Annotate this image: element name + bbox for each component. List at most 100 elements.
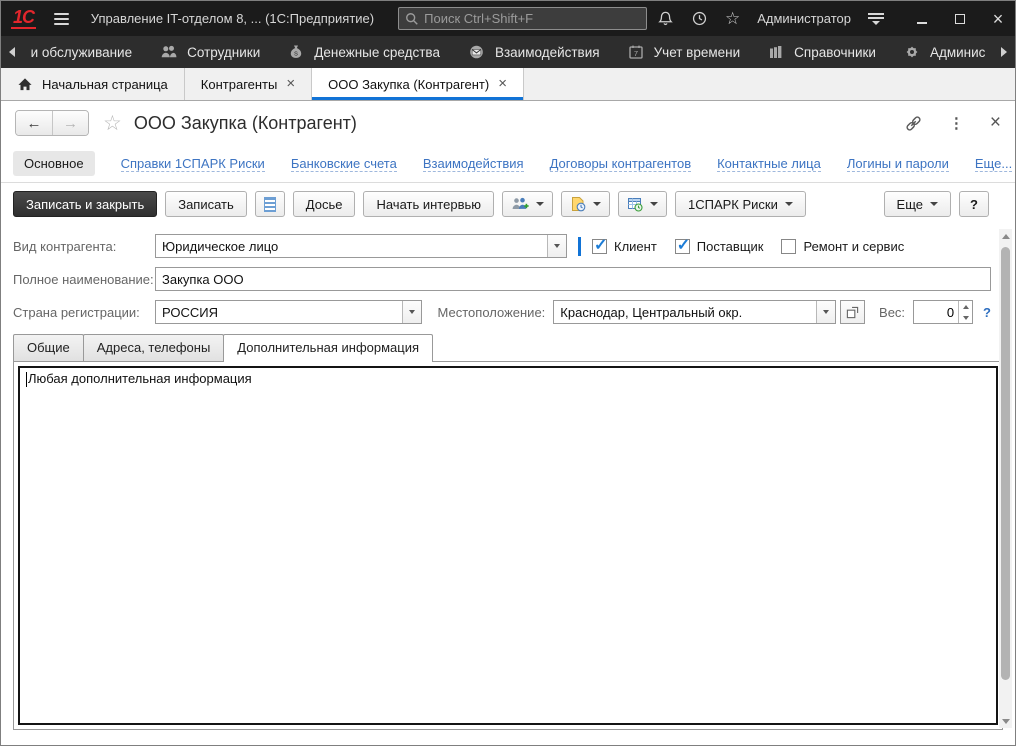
get-link-icon[interactable]: [904, 115, 923, 132]
tab-additional-info[interactable]: Дополнительная информация: [223, 334, 433, 362]
forward-button[interactable]: →: [52, 111, 88, 135]
chevron-down-icon: [785, 202, 793, 206]
start-interview-button[interactable]: Начать интервью: [363, 191, 494, 217]
weight-input[interactable]: [914, 301, 958, 323]
navlink-logins-passwords[interactable]: Логины и пароли: [847, 156, 949, 172]
1c-logo-icon: 1С: [11, 9, 36, 29]
search-icon: [405, 12, 419, 26]
dossier-button[interactable]: Досье: [293, 191, 356, 217]
section-label: и обслуживание: [31, 45, 133, 60]
navlink-main[interactable]: Основное: [13, 151, 95, 176]
client-checkbox[interactable]: ✓: [592, 239, 607, 254]
open-location-button[interactable]: [840, 300, 866, 324]
history-icon[interactable]: [691, 10, 708, 27]
sections-scroll-left-icon[interactable]: [7, 47, 17, 57]
scroll-down-icon[interactable]: [999, 714, 1012, 728]
document-history-dropdown-button[interactable]: [561, 191, 610, 217]
navlink-contact-persons[interactable]: Контактные лица: [717, 156, 821, 172]
section-administration[interactable]: Админис: [890, 36, 999, 68]
minimize-icon[interactable]: [915, 12, 929, 26]
location-dropdown-icon[interactable]: [816, 301, 835, 323]
section-interactions[interactable]: Взаимодействия: [454, 36, 614, 68]
vertical-scrollbar[interactable]: [999, 229, 1012, 728]
country-input[interactable]: [156, 301, 402, 323]
chevron-down-icon: [650, 202, 658, 206]
spark-risks-dropdown-button[interactable]: 1СПАРК Риски: [675, 191, 806, 217]
tab-general[interactable]: Общие: [13, 334, 84, 361]
history-nav-group: ← →: [15, 110, 89, 136]
fullname-label: Полное наименование:: [13, 272, 155, 287]
checkbox-client[interactable]: ✓ Клиент: [592, 239, 657, 254]
home-icon: [17, 77, 33, 92]
spin-down-icon[interactable]: [959, 312, 972, 323]
navlink-spark-certificates[interactable]: Справки 1СПАРК Риски: [121, 156, 265, 172]
form-splitter[interactable]: [578, 237, 581, 256]
kind-dropdown-icon[interactable]: [547, 235, 566, 257]
tab-home[interactable]: Начальная страница: [1, 68, 185, 100]
window-controls: ×: [915, 12, 1005, 26]
tab-kontragenty[interactable]: Контрагенты ×: [185, 68, 312, 100]
maximize-icon[interactable]: [953, 12, 967, 26]
section-catalogs[interactable]: Справочники: [754, 36, 890, 68]
global-search[interactable]: [398, 7, 647, 30]
list-icon: [264, 197, 276, 212]
scroll-up-icon[interactable]: [999, 229, 1012, 243]
gear-icon: [904, 44, 920, 60]
tab-ooo-zakupka[interactable]: ООО Закупка (Контрагент) ×: [312, 68, 524, 100]
current-user[interactable]: Администратор: [757, 11, 851, 26]
location-input[interactable]: [554, 301, 815, 323]
chevron-down-icon: [593, 202, 601, 206]
section-time-tracking[interactable]: 7 Учет времени: [614, 36, 755, 68]
navlink-more-label: Еще...: [975, 156, 1012, 172]
section-service[interactable]: и обслуживание: [17, 36, 147, 68]
section-employees[interactable]: Сотрудники: [146, 36, 274, 68]
more-button[interactable]: Еще: [884, 191, 951, 217]
tab-addresses-phones[interactable]: Адреса, телефоны: [83, 334, 225, 361]
help-button[interactable]: ?: [959, 191, 989, 217]
save-and-close-button[interactable]: Записать и закрыть: [13, 191, 157, 217]
fullname-input[interactable]: [155, 267, 991, 291]
form-body: ← → ☆ ООО Закупка (Контрагент) ⋮ ×: [1, 101, 1015, 745]
form-close-icon[interactable]: ×: [990, 112, 1001, 134]
repair-service-checkbox[interactable]: ✓: [781, 239, 796, 254]
add-contact-dropdown-button[interactable]: [502, 191, 553, 217]
table-schedule-dropdown-button[interactable]: [618, 191, 667, 217]
country-dropdown-icon[interactable]: [402, 301, 421, 323]
chevron-down-icon: [930, 202, 938, 206]
open-windows-bar: Начальная страница Контрагенты × ООО Зак…: [1, 68, 1015, 101]
sections-scroll-right-icon[interactable]: [999, 47, 1009, 57]
favorite-star-icon[interactable]: ☆: [103, 111, 122, 136]
navlink-bank-accounts[interactable]: Банковские счета: [291, 156, 397, 172]
check-icon: ✓: [594, 235, 607, 255]
scrollbar-thumb[interactable]: [1001, 247, 1010, 680]
back-button[interactable]: ←: [16, 111, 52, 135]
more-actions-icon[interactable]: ⋮: [949, 114, 964, 132]
supplier-checkbox[interactable]: ✓: [675, 239, 690, 254]
notifications-bell-icon[interactable]: [657, 10, 674, 27]
save-button[interactable]: Записать: [165, 191, 247, 217]
list-button[interactable]: [255, 191, 285, 217]
tab-close-icon[interactable]: ×: [498, 78, 507, 90]
favorites-star-icon[interactable]: ☆: [725, 10, 740, 27]
search-input[interactable]: [424, 11, 640, 26]
mail-icon: [468, 44, 485, 60]
checkbox-repair-service[interactable]: ✓ Ремонт и сервис: [781, 239, 904, 254]
additional-info-textarea[interactable]: Любая дополнительная информация: [18, 366, 998, 725]
checkbox-supplier[interactable]: ✓ Поставщик: [675, 239, 764, 254]
main-menu-icon[interactable]: [54, 13, 69, 25]
spin-up-icon[interactable]: [959, 301, 972, 312]
window-close-icon[interactable]: ×: [991, 12, 1005, 26]
check-icon: ✓: [677, 235, 690, 255]
sections-bar: и обслуживание Сотрудники s Денежные сре…: [1, 36, 1015, 68]
weight-help-link[interactable]: ?: [983, 305, 991, 320]
section-money[interactable]: s Денежные средства: [274, 36, 454, 68]
navlink-more[interactable]: Еще...: [975, 156, 1016, 172]
location-label: Местоположение:: [438, 305, 546, 320]
navlink-interactions[interactable]: Взаимодействия: [423, 156, 524, 172]
kind-label: Вид контрагента:: [13, 239, 155, 254]
kind-input[interactable]: [156, 235, 547, 257]
app-title: Управление IT-отделом 8, ... (1С:Предпри…: [91, 11, 374, 26]
navlink-contracts[interactable]: Договоры контрагентов: [550, 156, 692, 172]
tab-close-icon[interactable]: ×: [286, 78, 295, 90]
service-menu-icon[interactable]: [868, 13, 884, 25]
